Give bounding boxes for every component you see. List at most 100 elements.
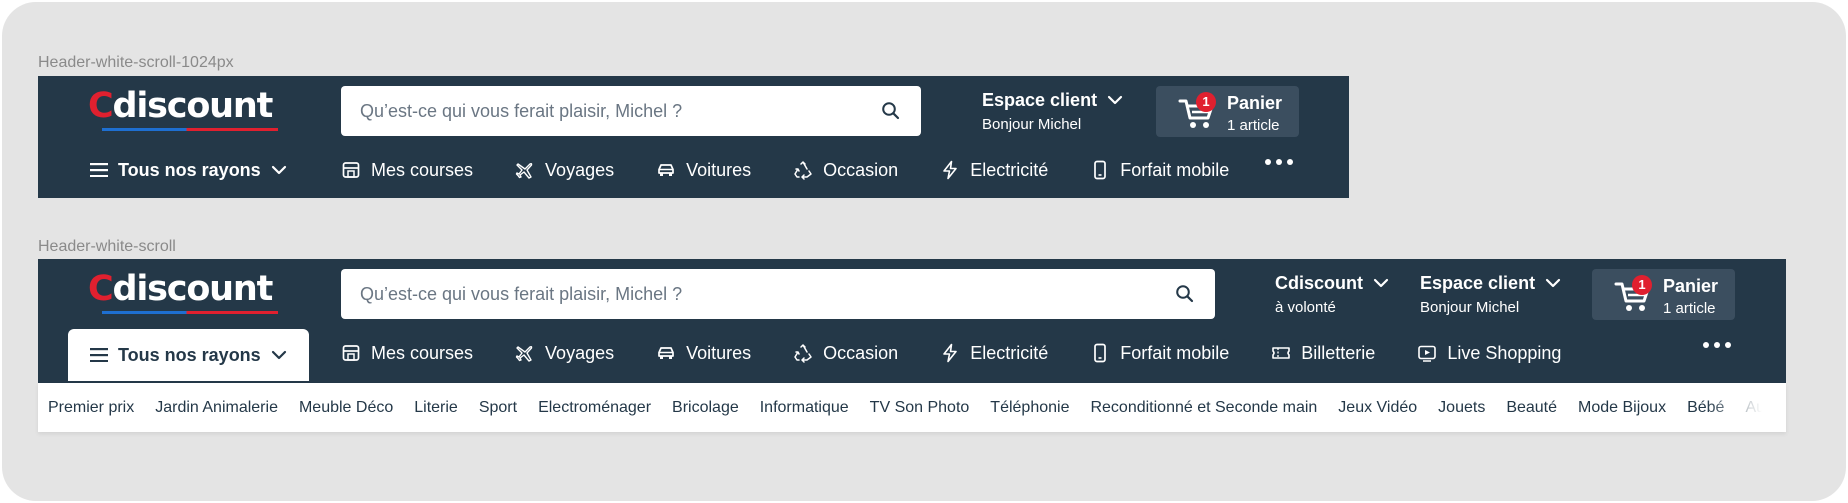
artboard-canvas: Header-white-scroll-1024px Cdiscount Esp… [2,2,1846,501]
cdiscount-a-volonte-menu[interactable]: Cdiscount à volonté [1275,272,1389,316]
account-menu[interactable]: Espace client Bonjour Michel [982,89,1123,133]
nav-label: Voitures [686,342,752,363]
category-link[interactable]: Mode Bijoux [1578,399,1666,417]
account-menu[interactable]: Espace client Bonjour Michel [1420,272,1561,316]
all-departments-button[interactable]: Tous nos rayons [90,148,287,192]
category-link[interactable]: Literie [414,399,458,417]
nav-item-occasion[interactable]: Occasion [793,160,898,181]
category-link[interactable]: Premier prix [48,399,134,417]
search-box [341,86,921,136]
chevron-down-icon [271,350,286,360]
nav-item-voitures[interactable]: Voitures [656,160,751,181]
hamburger-icon [90,348,108,362]
ticket-icon [1272,347,1291,359]
nav-label: Forfait mobile [1120,159,1230,180]
chevron-down-icon [1545,278,1561,288]
nav-item-billetterie[interactable]: Billetterie [1271,343,1375,364]
plane-icon [515,345,533,362]
nav-item-voitures[interactable]: Voitures [656,343,751,364]
recycle-icon [794,161,812,180]
nav-item-occasion[interactable]: Occasion [793,343,898,364]
nav-item-electricite[interactable]: Electricité [940,160,1048,181]
cart-label: Panier [1663,276,1719,296]
volonte-subtitle: à volonté [1275,299,1336,316]
chevron-down-icon [271,165,286,175]
store-icon [342,162,360,178]
cart-button[interactable]: 1 Panier 1 article [1156,86,1299,137]
frame-label-full: Header-white-scroll [38,238,176,255]
nav-item-forfait-mobile[interactable]: Forfait mobile [1090,160,1229,181]
header-full: Cdiscount Cdiscount à volonté Espace cli… [38,259,1786,383]
more-icon[interactable] [1265,159,1293,165]
category-link[interactable]: Téléphonie [990,399,1069,417]
cart-label: Panier [1227,93,1283,113]
category-link[interactable]: Sport [479,399,517,417]
account-title: Espace client [1420,273,1536,293]
store-icon [342,345,360,361]
lightning-icon [943,160,958,180]
nav-label: Mes courses [371,159,474,180]
logo-underline [102,311,278,314]
logo-wordmark: Cdiscount [88,86,273,126]
nav-item-mes-courses[interactable]: Mes courses [341,343,473,364]
category-link[interactable]: Informatique [760,399,849,417]
category-fade [1706,383,1786,432]
cart-badge: 1 [1196,92,1216,112]
recycle-icon [794,344,812,363]
header-1024: Cdiscount Espace client Bonjour Michel [38,76,1349,198]
all-departments-label: Tous nos rayons [118,344,261,365]
account-greeting: Bonjour Michel [1420,299,1520,316]
nav-item-forfait-mobile[interactable]: Forfait mobile [1090,343,1229,364]
category-link[interactable]: Beauté [1506,399,1557,417]
category-link[interactable]: TV Son Photo [870,399,970,417]
cart-count: 1 article [1227,117,1280,134]
category-link[interactable]: Bricolage [672,399,739,417]
phone-icon [1094,160,1107,180]
search-input[interactable] [341,86,921,136]
nav-label: Mes courses [371,342,474,363]
account-greeting: Bonjour Michel [982,116,1082,133]
category-list: Premier prix Jardin Animalerie Meuble Déco… [48,383,1786,432]
category-link[interactable]: Jeux Vidéo [1338,399,1417,417]
chevron-down-icon [1373,278,1389,288]
main-nav: Mes courses Voyages Voitures Occasion El… [341,148,1229,192]
all-departments-button[interactable]: Tous nos rayons [68,329,309,381]
category-link[interactable]: Reconditionné et Seconde main [1090,399,1317,417]
search-icon[interactable] [1175,284,1195,304]
nav-item-voyages[interactable]: Voyages [515,160,614,181]
logo-underline [102,128,278,131]
nav-label: Voitures [686,159,752,180]
volonte-title: Cdiscount [1275,273,1363,293]
search-input[interactable] [341,269,1215,319]
cdiscount-logo[interactable]: Cdiscount [88,271,280,315]
nav-item-mes-courses[interactable]: Mes courses [341,160,473,181]
car-icon [658,164,674,176]
cart-count: 1 article [1663,300,1716,317]
category-link[interactable]: Jardin Animalerie [155,399,278,417]
category-link[interactable]: Meuble Déco [299,399,393,417]
phone-icon [1094,343,1107,363]
search-box [341,269,1215,319]
nav-item-voyages[interactable]: Voyages [515,343,614,364]
nav-label: Electricité [970,342,1049,363]
car-icon [658,347,674,359]
category-link[interactable]: Electroménager [538,399,651,417]
play-icon [1418,345,1437,362]
hamburger-icon [90,163,108,177]
nav-label: Electricité [970,159,1049,180]
category-link[interactable]: Jouets [1438,399,1485,417]
all-departments-label: Tous nos rayons [118,159,261,180]
nav-label: Voyages [545,342,615,363]
nav-label: Occasion [823,342,899,363]
nav-item-electricite[interactable]: Electricité [940,343,1048,364]
chevron-down-icon [1107,95,1123,105]
nav-label: Forfait mobile [1120,342,1230,363]
nav-label: Live Shopping [1447,342,1562,363]
cdiscount-logo[interactable]: Cdiscount [88,88,280,132]
cart-button[interactable]: 1 Panier 1 article [1592,269,1735,320]
nav-item-live-shopping[interactable]: Live Shopping [1417,343,1561,364]
search-icon[interactable] [881,101,901,121]
more-icon[interactable] [1703,342,1731,348]
account-title: Espace client [982,90,1098,110]
logo-wordmark: Cdiscount [88,269,273,309]
